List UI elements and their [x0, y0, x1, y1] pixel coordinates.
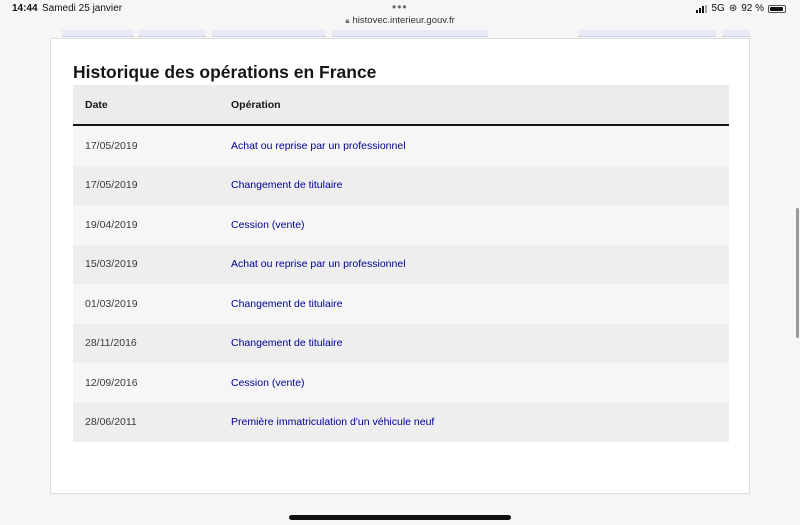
row-operation-link[interactable]: Changement de titulaire — [231, 337, 729, 349]
row-date: 28/06/2011 — [85, 416, 137, 429]
row-operation-link[interactable]: Achat ou reprise par un professionnel — [231, 140, 729, 152]
row-operation-link[interactable]: Changement de titulaire — [231, 298, 729, 310]
table-row: 15/03/2019 Achat ou reprise par un profe… — [73, 244, 729, 284]
table-body: 17/05/2019 Achat ou reprise par un profe… — [73, 126, 729, 442]
row-date: 17/05/2019 — [85, 139, 138, 152]
status-bar: 14:44 Samedi 25 janvier ••• 🔒︎ histovec.i… — [0, 0, 800, 30]
status-date: Samedi 25 janvier — [42, 3, 123, 14]
row-date: 12/09/2016 — [85, 376, 138, 389]
home-indicator[interactable] — [289, 515, 511, 520]
table-row: 17/05/2019 Achat ou reprise par un profe… — [73, 126, 729, 166]
tab-remnant[interactable] — [138, 30, 206, 37]
section-title: Historique des opérations en France — [73, 62, 377, 82]
tab-remnant[interactable] — [722, 30, 750, 37]
row-date: 15/03/2019 — [85, 258, 138, 271]
operations-table: Date Opération 17/05/2019 Achat ou repri… — [73, 85, 729, 442]
tab-remnant[interactable] — [212, 30, 326, 37]
table-row: 17/05/2019 Changement de titulaire — [73, 165, 729, 205]
status-indicators: 5G ⊛ 92 % — [696, 3, 786, 14]
row-date: 01/03/2019 — [85, 297, 138, 310]
lock-icon: 🔒︎ — [345, 16, 350, 25]
table-row: 28/11/2016 Changement de titulaire — [73, 323, 729, 363]
table-row: 12/09/2016 Cession (vente) — [73, 363, 729, 403]
table-row: 28/06/2011 Première immatriculation d'un… — [73, 402, 729, 442]
tab-strip-remnant — [50, 30, 750, 38]
row-operation-link[interactable]: Première immatriculation d'un véhicule n… — [231, 416, 729, 428]
row-operation-link[interactable]: Cession (vente) — [231, 219, 729, 231]
row-date: 28/11/2016 — [85, 337, 137, 350]
row-operation-link[interactable]: Achat ou reprise par un professionnel — [231, 258, 729, 270]
cellular-signal-icon — [696, 4, 708, 13]
battery-icon — [768, 4, 786, 13]
address-url: histovec.interieur.gouv.fr — [352, 15, 455, 26]
tab-remnant[interactable] — [578, 30, 716, 37]
multitasking-dots-icon[interactable]: ••• — [392, 0, 408, 14]
address-bar[interactable]: 🔒︎ histovec.interieur.gouv.fr — [0, 15, 800, 26]
row-operation-link[interactable]: Cession (vente) — [231, 377, 729, 389]
table-header: Date Opération — [73, 85, 729, 126]
column-header-operation: Opération — [231, 98, 281, 111]
status-time: 14:44 — [12, 3, 38, 14]
row-operation-link[interactable]: Changement de titulaire — [231, 179, 729, 191]
scrollbar[interactable] — [796, 208, 799, 338]
table-row: 19/04/2019 Cession (vente) — [73, 205, 729, 245]
network-type: 5G — [711, 3, 725, 14]
operations-history-card: Historique des opérations en France Date… — [50, 38, 750, 494]
tab-remnant[interactable] — [332, 30, 488, 37]
row-date: 19/04/2019 — [85, 218, 138, 231]
table-row: 01/03/2019 Changement de titulaire — [73, 284, 729, 324]
column-header-date: Date — [85, 98, 108, 111]
tab-remnant[interactable] — [62, 30, 134, 37]
row-date: 17/05/2019 — [85, 179, 138, 192]
orientation-lock-icon: ⊛ — [728, 3, 738, 14]
battery-percent: 92 % — [741, 3, 764, 14]
